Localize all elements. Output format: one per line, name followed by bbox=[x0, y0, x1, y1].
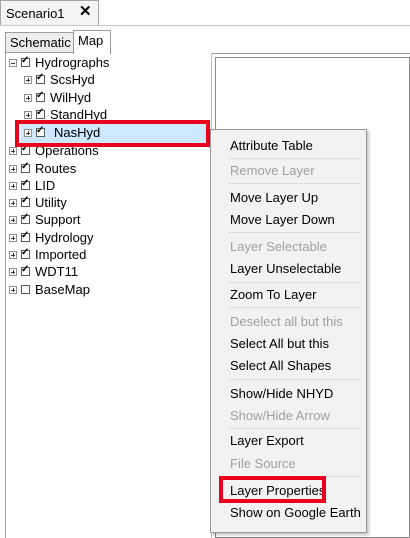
tree-group-label: Routes bbox=[35, 161, 77, 176]
menu-item-layer-unselectable[interactable]: Layer Unselectable bbox=[230, 261, 341, 277]
tree-group-label: Utility bbox=[35, 195, 67, 210]
expand-icon[interactable] bbox=[9, 215, 17, 224]
menu-separator bbox=[229, 307, 359, 308]
layer-checkbox[interactable] bbox=[21, 142, 30, 156]
expand-icon[interactable] bbox=[9, 164, 17, 173]
tree-group-label: Hydrology bbox=[35, 230, 94, 245]
menu-item-select-all-shapes[interactable]: Select All Shapes bbox=[230, 358, 331, 374]
layer-checkbox[interactable] bbox=[21, 54, 30, 68]
layer-properties-annotation-box bbox=[219, 476, 326, 503]
tab-schematic[interactable]: Schematic bbox=[5, 32, 74, 53]
tree-group-support[interactable]: Support bbox=[9, 211, 81, 228]
layer-checkbox[interactable] bbox=[21, 246, 30, 260]
menu-item-move-layer-up[interactable]: Move Layer Up bbox=[230, 190, 318, 206]
menu-item-select-all-but-this[interactable]: Select All but this bbox=[230, 336, 329, 352]
layer-checkbox[interactable] bbox=[21, 229, 30, 243]
menu-item-deselect-all-but-this: Deselect all but this bbox=[230, 314, 343, 329]
layer-checkbox[interactable] bbox=[21, 160, 30, 174]
tree-group-hydrographs[interactable]: Hydrographs bbox=[9, 54, 110, 71]
menu-item-show-on-google-earth[interactable]: Show on Google Earth bbox=[230, 505, 361, 521]
document-tab-scenario1[interactable]: Scenario1 ✕ bbox=[0, 0, 99, 26]
tree-group-wdt11[interactable]: WDT11 bbox=[9, 263, 79, 280]
tree-group-basemap[interactable]: BaseMap bbox=[9, 282, 90, 298]
menu-item-attribute-table[interactable]: Attribute Table bbox=[230, 138, 313, 154]
menu-separator bbox=[229, 232, 359, 233]
menu-separator bbox=[229, 428, 359, 429]
menu-separator bbox=[229, 282, 359, 283]
layer-checkbox[interactable] bbox=[36, 89, 45, 103]
tree-group-routes[interactable]: Routes bbox=[9, 160, 77, 177]
nashyd-annotation-box bbox=[15, 120, 210, 147]
layer-checkbox[interactable] bbox=[21, 263, 30, 277]
tree-layer-wilhyd[interactable]: WilHyd bbox=[24, 89, 92, 106]
tab-map[interactable]: Map bbox=[73, 30, 111, 54]
tree-group-label: BaseMap bbox=[35, 282, 90, 297]
tree-layer-label: WilHyd bbox=[50, 90, 92, 105]
tree-group-label: WDT11 bbox=[35, 264, 79, 279]
expand-icon[interactable] bbox=[24, 75, 32, 84]
expand-icon[interactable] bbox=[24, 110, 32, 119]
expand-icon[interactable] bbox=[9, 267, 17, 276]
document-tab-label: Scenario1 bbox=[6, 6, 65, 21]
expand-icon[interactable] bbox=[9, 233, 17, 242]
layer-checkbox[interactable] bbox=[21, 211, 30, 225]
menu-item-layer-selectable: Layer Selectable bbox=[230, 239, 327, 254]
layer-checkbox[interactable] bbox=[21, 177, 30, 191]
expand-icon[interactable] bbox=[9, 146, 17, 155]
menu-item-move-layer-down[interactable]: Move Layer Down bbox=[230, 212, 335, 228]
tree-layer-scshyd[interactable]: ScsHyd bbox=[24, 71, 95, 88]
expand-icon[interactable] bbox=[9, 285, 17, 294]
expand-icon[interactable] bbox=[24, 93, 32, 102]
layer-checkbox[interactable] bbox=[21, 285, 30, 295]
collapse-icon[interactable] bbox=[9, 58, 17, 67]
layer-checkbox[interactable] bbox=[36, 71, 45, 85]
close-icon[interactable]: ✕ bbox=[79, 4, 92, 20]
tree-group-utility[interactable]: Utility bbox=[9, 194, 67, 211]
expand-icon[interactable] bbox=[9, 250, 17, 259]
menu-item-file-source: File Source bbox=[230, 456, 296, 471]
tree-group-label: Imported bbox=[35, 247, 87, 262]
menu-item-remove-layer: Remove Layer bbox=[230, 163, 315, 178]
tree-group-imported[interactable]: Imported bbox=[9, 246, 87, 263]
menu-item-show-hide-nhyd[interactable]: Show/Hide NHYD bbox=[230, 386, 333, 402]
expand-icon[interactable] bbox=[9, 181, 17, 190]
layer-context-menu: Attribute Table Remove Layer Move Layer … bbox=[210, 129, 367, 533]
tree-group-label: Hydrographs bbox=[35, 55, 110, 70]
tree-group-label: LID bbox=[35, 178, 56, 193]
menu-separator bbox=[229, 379, 359, 380]
menu-item-zoom-to-layer[interactable]: Zoom To Layer bbox=[230, 287, 316, 303]
menu-item-layer-export[interactable]: Layer Export bbox=[230, 433, 304, 449]
menu-separator bbox=[229, 183, 359, 184]
layer-checkbox[interactable] bbox=[21, 194, 30, 208]
expand-icon[interactable] bbox=[9, 198, 17, 207]
menu-separator bbox=[229, 158, 359, 159]
layer-checkbox[interactable] bbox=[36, 106, 45, 120]
tab-strip-divider bbox=[0, 25, 410, 26]
tree-layer-label: ScsHyd bbox=[50, 72, 95, 87]
tree-group-hydrology[interactable]: Hydrology bbox=[9, 229, 94, 246]
menu-item-show-hide-arrow: Show/Hide Arrow bbox=[230, 408, 330, 423]
tree-group-lid[interactable]: LID bbox=[9, 177, 56, 194]
tree-group-label: Support bbox=[35, 212, 81, 227]
